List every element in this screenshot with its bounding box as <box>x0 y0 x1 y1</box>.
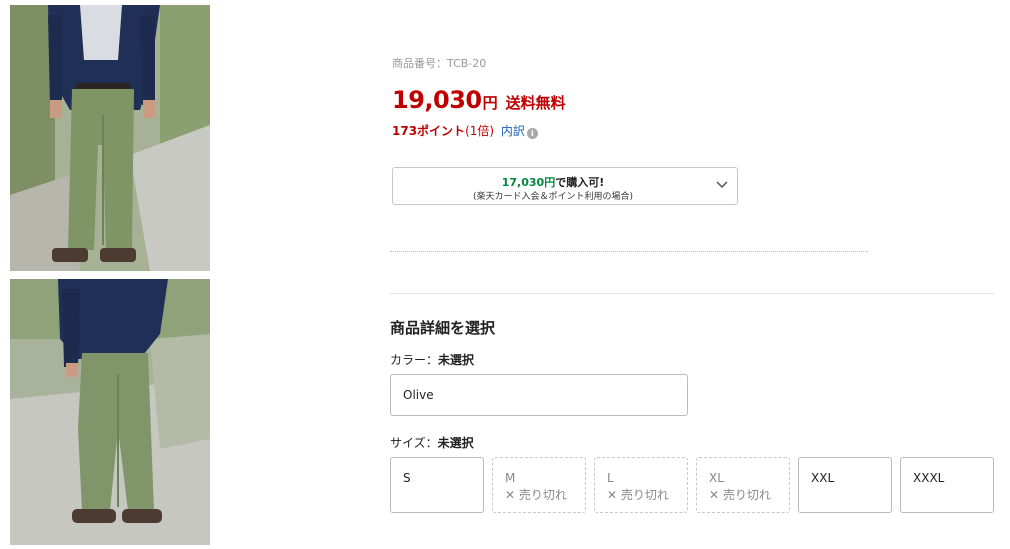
product-photo-front[interactable] <box>10 5 210 271</box>
size-name: XXL <box>811 471 835 485</box>
photo-front-image <box>10 5 210 271</box>
chevron-down-icon <box>716 181 728 189</box>
size-option-xxl[interactable]: XXL <box>798 457 892 513</box>
color-option-label: カラー：未選択 <box>390 351 474 368</box>
color-select[interactable]: Olive <box>390 374 688 416</box>
size-option-label: サイズ：未選択 <box>390 434 474 451</box>
free-shipping-label: 送料無料 <box>505 94 566 112</box>
size-option-xl[interactable]: XL ✕ 売り切れ <box>696 457 790 513</box>
points-multiplier: (1倍) <box>465 124 495 138</box>
size-option-m[interactable]: M ✕ 売り切れ <box>492 457 586 513</box>
color-label-text: カラー： <box>390 353 439 367</box>
product-number-label: 商品番号： <box>392 57 447 70</box>
size-name: M <box>505 471 516 485</box>
price-row: 19,030円 送料無料 <box>392 86 566 114</box>
product-number-value: TCB-20 <box>447 57 487 70</box>
sold-out-label: ✕ 売り切れ <box>709 488 771 502</box>
info-icon[interactable]: i <box>526 128 538 139</box>
options-section-title: 商品詳細を選択 <box>390 319 496 337</box>
size-options: S M ✕ 売り切れ L ✕ 売り切れ XL ✕ 売り切れ XXL XXXL <box>390 457 995 513</box>
price-value: 19,030 <box>392 86 482 114</box>
card-offer-dropdown[interactable]: 17,030円で購入可! (楽天カード入会＆ポイント利用の場合) <box>392 167 738 205</box>
price-unit: 円 <box>482 94 498 112</box>
size-option-l[interactable]: L ✕ 売り切れ <box>594 457 688 513</box>
points-breakdown-link[interactable]: 内訳 <box>501 124 525 138</box>
color-selected-value: Olive <box>403 388 434 402</box>
size-selection-status: 未選択 <box>437 436 474 450</box>
dotted-divider <box>390 251 868 252</box>
size-label-text: サイズ： <box>390 436 438 450</box>
size-name: XXXL <box>913 471 945 485</box>
points-row: 173ポイント(1倍) 内訳 i <box>392 122 538 139</box>
size-name: XL <box>709 471 724 485</box>
product-number: 商品番号：TCB-20 <box>392 55 486 71</box>
size-name: S <box>403 471 411 485</box>
product-photo-side[interactable] <box>10 279 210 545</box>
points-value: 173ポイント <box>392 124 466 138</box>
sold-out-label: ✕ 売り切れ <box>607 488 669 502</box>
photo-side-image <box>10 279 210 545</box>
card-offer-price: 17,030円 <box>501 176 556 189</box>
card-offer-note: (楽天カード入会＆ポイント利用の場合) <box>472 192 634 202</box>
section-divider <box>390 293 994 294</box>
card-offer-suffix: で購入可! <box>555 176 605 189</box>
sold-out-label: ✕ 売り切れ <box>505 488 567 502</box>
color-selection-status: 未選択 <box>438 353 475 367</box>
size-option-xxxl[interactable]: XXXL <box>900 457 994 513</box>
size-option-s[interactable]: S <box>390 457 484 513</box>
size-name: L <box>607 471 614 485</box>
card-offer-line1: 17,030円で購入可! <box>393 174 713 190</box>
